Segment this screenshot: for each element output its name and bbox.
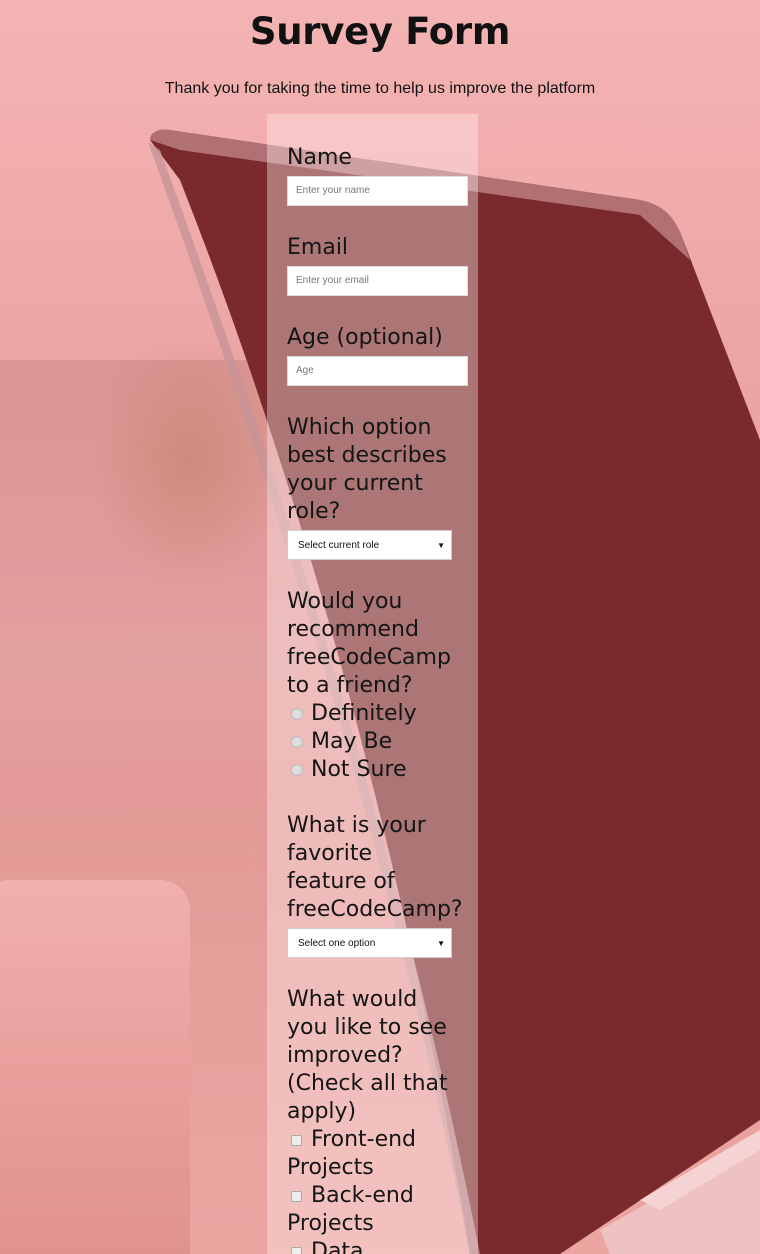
recommend-group: Would you recommend freeCodeCamp to a fr…	[287, 588, 458, 784]
page-description: Thank you for taking the time to help us…	[164, 80, 596, 97]
feature-group: What is your favorite feature of freeCod…	[287, 812, 463, 958]
age-group: Age (optional) Age	[287, 324, 468, 386]
page-header: Survey Form Thank you for taking the tim…	[0, 0, 760, 98]
dropdown-arrow-icon: ▼	[437, 938, 445, 948]
improve-option-backend[interactable]: Back-end Projects	[287, 1182, 458, 1238]
radio-definitely[interactable]	[291, 708, 303, 720]
dropdown-arrow-icon: ▼	[437, 540, 445, 550]
feature-label: What is your favorite feature of freeCod…	[287, 813, 463, 922]
recommend-label: Would you recommend freeCodeCamp to a fr…	[287, 589, 451, 698]
recommend-option-notsure[interactable]: Not Sure	[287, 756, 458, 784]
role-dropdown[interactable]: Select current role ▼	[287, 530, 452, 560]
feature-dropdown[interactable]: Select one option ▼	[287, 928, 452, 958]
email-input[interactable]: Enter your email	[287, 266, 468, 296]
improve-option-frontend[interactable]: Front-end Projects	[287, 1126, 458, 1182]
role-group: Which option best describes your current…	[287, 414, 458, 560]
role-selected-value: Select current role	[298, 539, 380, 551]
recommend-option-definitely[interactable]: Definitely	[287, 700, 458, 728]
checkbox-data[interactable]	[291, 1246, 302, 1254]
email-label: Email	[287, 235, 349, 260]
age-input[interactable]: Age	[287, 356, 468, 386]
improve-group: What would you like to see improved? (Ch…	[287, 986, 458, 1254]
recommend-option-maybe[interactable]: May Be	[287, 728, 458, 756]
age-label: Age (optional)	[287, 325, 443, 350]
improve-option-data[interactable]: Data	[287, 1238, 458, 1254]
cup-image	[0, 880, 190, 1254]
name-group: Name Enter your name	[287, 144, 468, 206]
radio-notsure[interactable]	[291, 764, 303, 776]
email-group: Email Enter your email	[287, 234, 468, 296]
page-title: Survey Form	[249, 10, 511, 53]
checkbox-frontend[interactable]	[291, 1134, 302, 1146]
name-input[interactable]: Enter your name	[287, 176, 468, 206]
radio-maybe[interactable]	[291, 736, 303, 748]
checkbox-backend[interactable]	[291, 1190, 302, 1202]
survey-form: Name Enter your name Email Enter your em…	[267, 114, 478, 1254]
role-label: Which option best describes your current…	[287, 415, 447, 524]
feature-selected-value: Select one option	[298, 937, 376, 949]
improve-label: What would you like to see improved? (Ch…	[287, 987, 448, 1124]
name-label: Name	[287, 145, 352, 170]
